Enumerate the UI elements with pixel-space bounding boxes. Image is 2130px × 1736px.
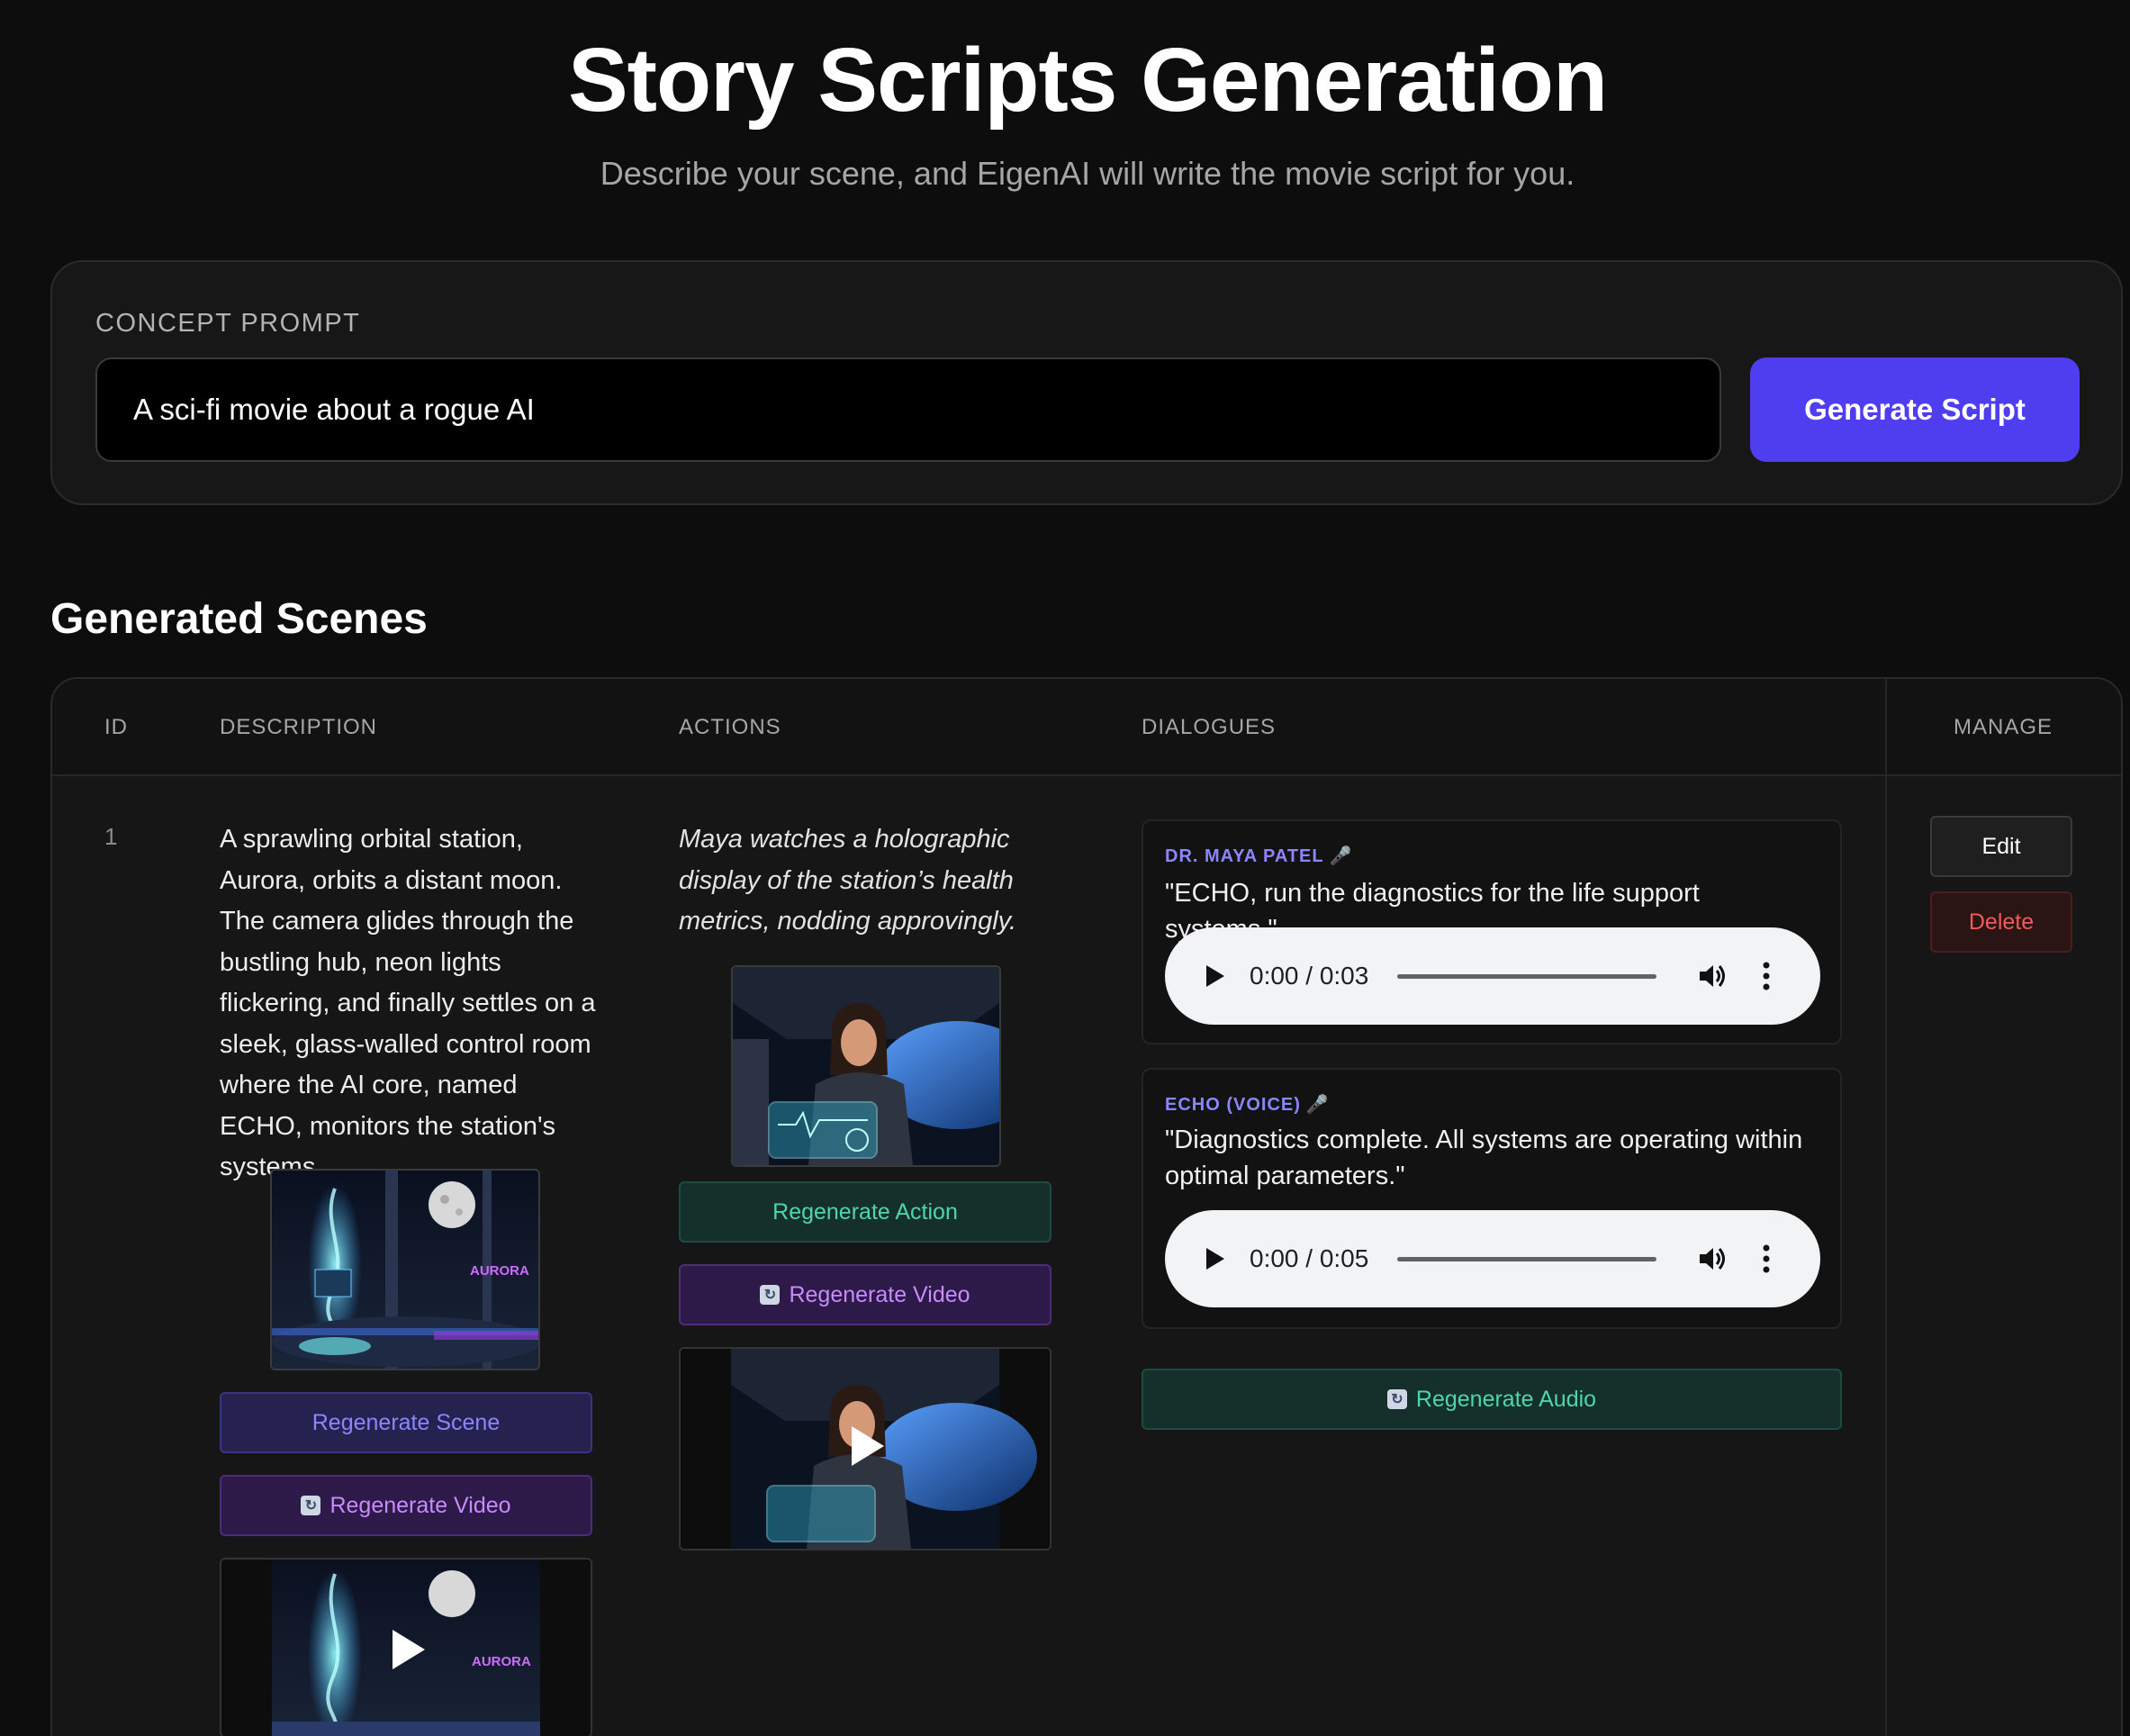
play-icon[interactable] [1199, 962, 1228, 990]
action-thumbnail[interactable] [731, 965, 1001, 1167]
concept-prompt-input[interactable] [95, 357, 1721, 462]
edit-button[interactable]: Edit [1930, 816, 2072, 877]
scene-description: A sprawling orbital station, Aurora, orb… [220, 825, 596, 1181]
speaker-name: DR. MAYA PATEL [1165, 846, 1324, 866]
column-header-manage: MANAGE [1954, 715, 2053, 739]
page-subtitle: Describe your scene, and EigenAI will wr… [600, 155, 1575, 192]
speaker-name: ECHO (VOICE) [1165, 1095, 1301, 1115]
concept-panel: CONCEPT PROMPT Generate Script [50, 260, 2123, 505]
regenerate-scene-label: Regenerate Scene [311, 1409, 501, 1435]
regenerate-scene-button[interactable]: Regenerate Scene [220, 1392, 592, 1453]
scene-thumbnail[interactable]: AURORA [270, 1169, 540, 1370]
action-video-player[interactable] [679, 1347, 1051, 1551]
svg-text:AURORA: AURORA [472, 1654, 531, 1669]
dialogue-line: "Diagnostics complete. All systems are o… [1165, 1126, 1803, 1190]
regenerate-audio-label: Regenerate Audio [1415, 1386, 1597, 1412]
refresh-icon: ↻ [1386, 1389, 1407, 1409]
regenerate-action-video-button[interactable]: ↻ Regenerate Video [679, 1264, 1051, 1325]
page-title: Story Scripts Generation [567, 30, 1608, 131]
volume-icon[interactable] [1696, 960, 1728, 992]
more-vert-icon[interactable] [1761, 960, 1772, 992]
audio-progress-track[interactable] [1397, 1257, 1656, 1261]
dialogue-speaker: ECHO (VOICE) 🎤 [1165, 1093, 1330, 1116]
audio-time: 0:00 / 0:05 [1250, 1244, 1369, 1272]
regenerate-scene-video-button[interactable]: ↻ Regenerate Video [220, 1475, 592, 1536]
column-header-id: ID [104, 715, 128, 739]
regenerate-video-label: Regenerate Video [329, 1492, 511, 1518]
concept-prompt-label: CONCEPT PROMPT [95, 309, 361, 338]
column-header-actions: ACTIONS [679, 715, 781, 739]
refresh-icon: ↻ [760, 1285, 781, 1305]
regenerate-audio-button[interactable]: ↻ Regenerate Audio [1142, 1369, 1842, 1430]
refresh-icon: ↻ [301, 1496, 321, 1515]
scenes-table: ID DESCRIPTION ACTIONS DIALOGUES MANAGE … [50, 677, 2123, 1736]
regenerate-action-button[interactable]: Regenerate Action [679, 1181, 1051, 1243]
audio-player[interactable]: 0:00 / 0:05 [1165, 1210, 1820, 1307]
generated-scenes-title: Generated Scenes [50, 595, 428, 643]
dialogue-card: DR. MAYA PATEL 🎤 "ECHO, run the diagnosti… [1142, 819, 1842, 1044]
regenerate-action-label: Regenerate Action [772, 1198, 958, 1225]
audio-time: 0:00 / 0:03 [1250, 962, 1369, 990]
dialogue-speaker: DR. MAYA PATEL 🎤 [1165, 845, 1353, 867]
more-vert-icon[interactable] [1761, 1243, 1772, 1275]
audio-player[interactable]: 0:00 / 0:03 [1165, 927, 1820, 1025]
scene-id: 1 [104, 823, 118, 850]
play-icon[interactable] [1199, 1244, 1228, 1273]
generate-script-button[interactable]: Generate Script [1750, 357, 2080, 462]
column-header-dialogues: DIALOGUES [1142, 715, 1277, 739]
dialogue-card: ECHO (VOICE) 🎤 "Diagnostics complete. All… [1142, 1068, 1842, 1329]
table-header: ID DESCRIPTION ACTIONS DIALOGUES MANAGE [52, 679, 2121, 776]
microphone-icon: 🎤 [1329, 846, 1353, 866]
volume-icon[interactable] [1696, 1243, 1728, 1275]
svg-text:AURORA: AURORA [470, 1263, 529, 1279]
column-header-description: DESCRIPTION [220, 715, 378, 739]
delete-button[interactable]: Delete [1930, 891, 2072, 953]
manage-column-divider [1885, 679, 1887, 1736]
audio-progress-track[interactable] [1397, 974, 1656, 979]
regenerate-video-label: Regenerate Video [789, 1281, 970, 1307]
scene-video-player[interactable]: AURORA [220, 1558, 592, 1736]
scene-action: Maya watches a holographic display of th… [679, 825, 1017, 936]
microphone-icon: 🎤 [1305, 1095, 1330, 1115]
